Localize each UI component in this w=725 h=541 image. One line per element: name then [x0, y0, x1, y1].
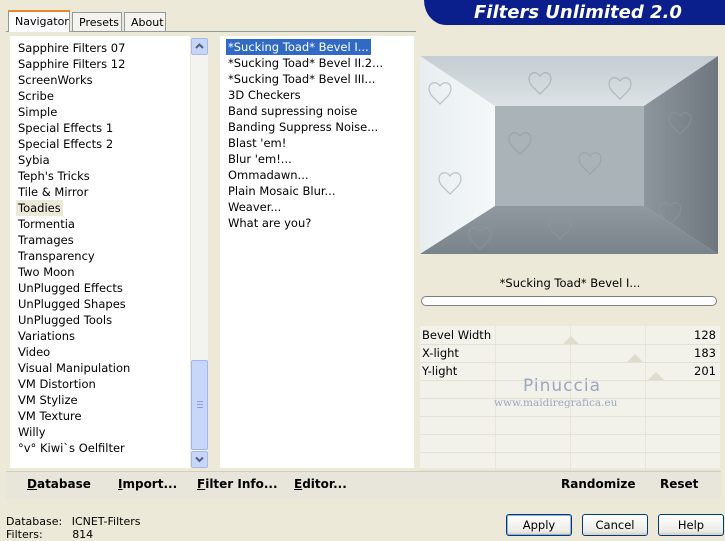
tab-presets[interactable]: Presets — [72, 12, 122, 31]
filter-item[interactable]: Ommadawn... — [226, 167, 311, 183]
parameter-slider-thumb[interactable] — [648, 372, 664, 380]
category-list[interactable]: Sapphire Filters 07 Sapphire Filters 12 Sc… — [10, 36, 190, 468]
filter-item[interactable]: Blur 'em!... — [226, 151, 294, 167]
category-item[interactable]: Sybia — [18, 152, 50, 168]
status-database-label: Database: — [6, 515, 63, 528]
tab-about[interactable]: About — [124, 12, 166, 31]
filter-item[interactable]: What are you? — [226, 215, 313, 231]
filter-item[interactable]: Plain Mosaic Blur... — [226, 183, 338, 199]
editor-button[interactable]: Editor... — [294, 477, 347, 491]
category-item[interactable]: Teph's Tricks — [18, 168, 90, 184]
category-item[interactable]: VM Texture — [18, 408, 82, 424]
category-item[interactable]: Variations — [18, 328, 75, 344]
category-item[interactable]: Two Moon — [18, 264, 75, 280]
parameter-row[interactable] — [420, 452, 720, 471]
parameter-slider-thumb[interactable] — [563, 336, 579, 344]
category-item[interactable]: Visual Manipulation — [18, 360, 130, 376]
cancel-button[interactable]: Cancel — [582, 514, 648, 536]
parameter-value: 201 — [694, 364, 716, 378]
category-item[interactable]: Sapphire Filters 12 — [18, 56, 125, 72]
parameter-label: X-light — [422, 346, 459, 360]
category-item[interactable]: Toadies — [16, 200, 63, 216]
category-scrollbar[interactable] — [191, 38, 208, 468]
progress-bar — [421, 296, 717, 306]
randomize-button[interactable]: Randomize — [561, 477, 635, 491]
status-filters-value: 814 — [72, 528, 94, 541]
category-item[interactable]: ScreenWorks — [18, 72, 93, 88]
parameter-row[interactable] — [420, 434, 720, 453]
status-database: Database: ICNET-Filters — [6, 515, 140, 528]
filter-item[interactable]: Weaver... — [226, 199, 283, 215]
category-item[interactable]: Transparency — [18, 248, 95, 264]
filter-item[interactable]: Blast 'em! — [226, 135, 288, 151]
tab-navigator[interactable]: Navigator — [8, 10, 70, 32]
category-item[interactable]: Willy — [18, 424, 46, 440]
category-item[interactable]: UnPlugged Tools — [18, 312, 112, 328]
scroll-thumb[interactable] — [191, 360, 208, 450]
app-title: Filters Unlimited 2.0 — [474, 2, 682, 23]
scroll-down-button[interactable] — [191, 451, 208, 468]
category-item[interactable]: Scribe — [18, 88, 54, 104]
category-item[interactable]: UnPlugged Effects — [18, 280, 123, 296]
filter-item[interactable]: 3D Checkers — [226, 87, 303, 103]
current-filter-name: *Sucking Toad* Bevel I... — [499, 276, 641, 290]
parameter-row[interactable] — [420, 416, 720, 435]
status-filters: Filters: 814 — [6, 528, 93, 541]
status-filters-label: Filters: — [6, 528, 43, 541]
watermark-url: www.maidiregrafica.eu — [494, 397, 618, 409]
help-button[interactable]: Help — [658, 514, 724, 536]
category-item[interactable]: °v° Kiwi`s Oelfilter — [18, 440, 125, 456]
filter-info-button[interactable]: Filter Info... — [197, 477, 278, 491]
category-item[interactable]: Simple — [18, 104, 57, 120]
filter-list[interactable]: *Sucking Toad* Bevel I... *Sucking Toad* … — [220, 36, 414, 468]
filter-item[interactable]: Banding Suppress Noise... — [226, 119, 380, 135]
parameter-label: Y-light — [422, 364, 458, 378]
apply-button[interactable]: Apply — [506, 514, 572, 536]
filter-item[interactable]: *Sucking Toad* Bevel I... — [226, 39, 371, 55]
database-button[interactable]: Database — [27, 477, 91, 491]
category-item[interactable]: Special Effects 1 — [18, 120, 113, 136]
category-item[interactable]: Video — [18, 344, 50, 360]
category-item[interactable]: UnPlugged Shapes — [18, 296, 126, 312]
import-button[interactable]: Import... — [118, 477, 177, 491]
filter-item[interactable]: *Sucking Toad* Bevel III... — [226, 71, 377, 87]
reset-button[interactable]: Reset — [660, 477, 698, 491]
category-item[interactable]: Special Effects 2 — [18, 136, 113, 152]
category-item[interactable]: Tormentia — [18, 216, 75, 232]
category-item[interactable]: Tramages — [18, 232, 74, 248]
watermark-title: Pinuccia — [523, 376, 601, 396]
parameter-value: 128 — [694, 328, 716, 342]
parameter-row[interactable]: X-light 183 — [420, 344, 720, 363]
category-item[interactable]: VM Distortion — [18, 376, 96, 392]
parameter-slider-thumb[interactable] — [627, 354, 643, 362]
filter-item[interactable]: *Sucking Toad* Bevel II.2... — [226, 55, 385, 71]
parameter-row[interactable]: Bevel Width 128 — [420, 326, 720, 345]
category-item[interactable]: Sapphire Filters 07 — [18, 40, 125, 56]
filter-item[interactable]: Band supressing noise — [226, 103, 359, 119]
parameter-label: Bevel Width — [422, 328, 492, 342]
parameter-value: 183 — [694, 346, 716, 360]
status-database-value: ICNET-Filters — [71, 515, 141, 528]
category-item[interactable]: Tile & Mirror — [18, 184, 88, 200]
chevron-down-icon — [195, 456, 204, 463]
scroll-up-button[interactable] — [191, 38, 208, 55]
category-item[interactable]: VM Stylize — [18, 392, 78, 408]
chevron-up-icon — [195, 43, 204, 49]
filter-preview — [420, 56, 718, 254]
